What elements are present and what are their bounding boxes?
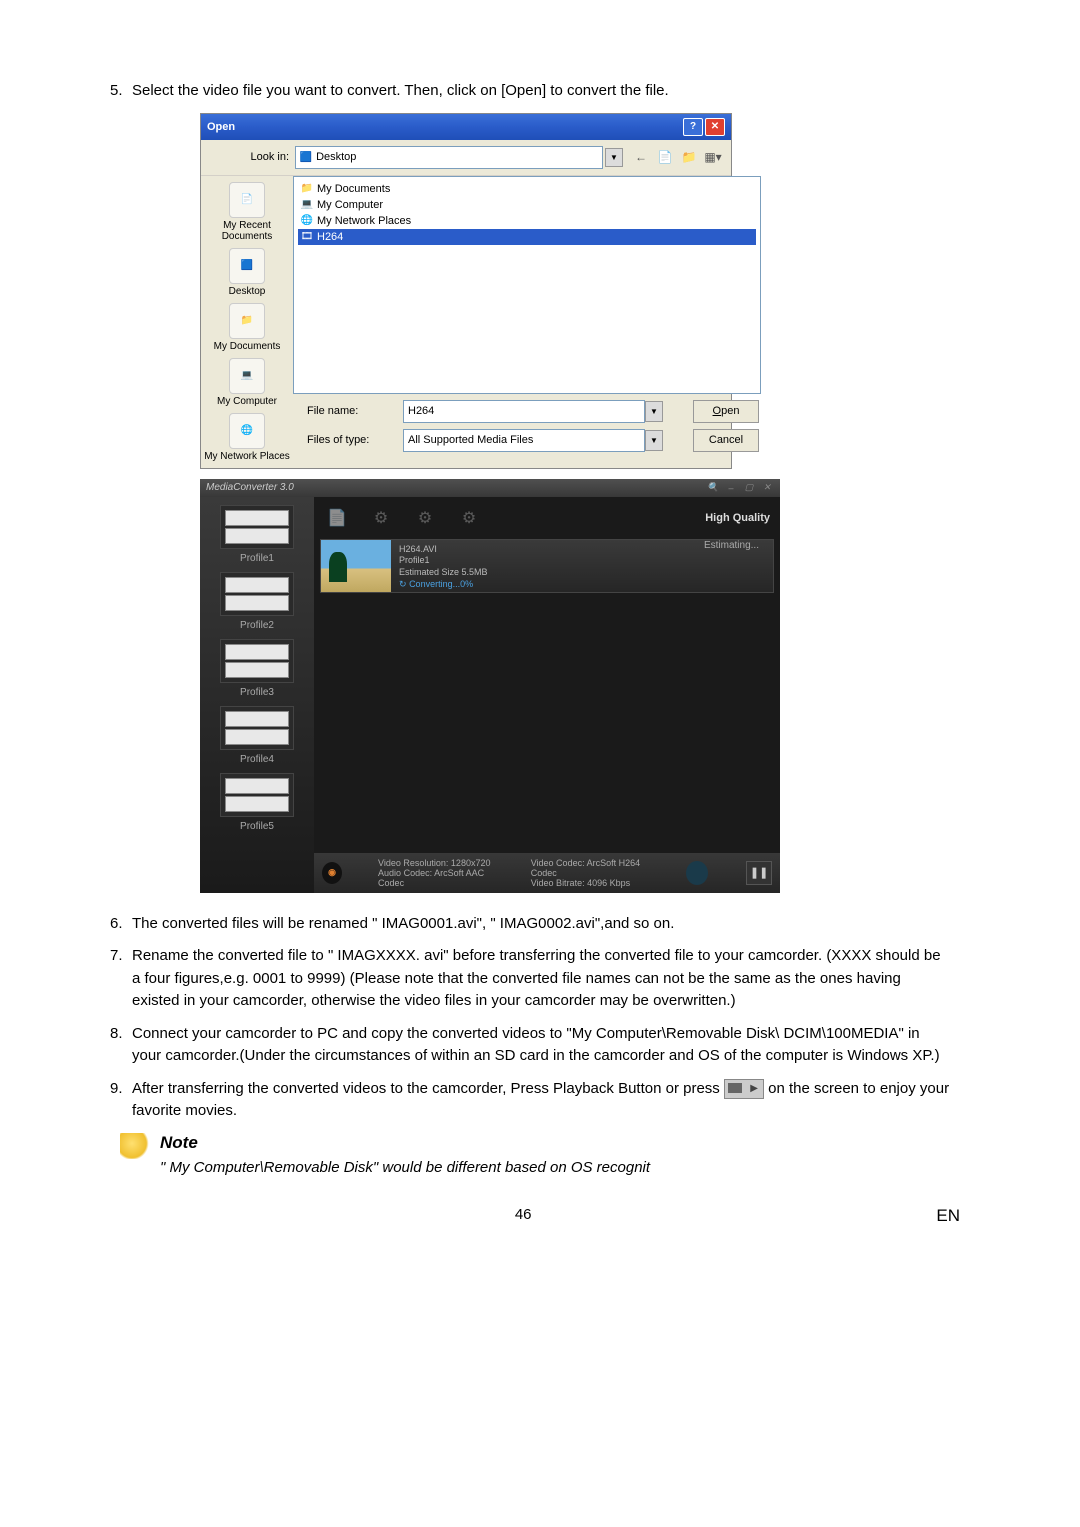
lookin-combo[interactable]: 🟦 Desktop: [295, 146, 603, 169]
close-button[interactable]: ✕: [705, 118, 725, 136]
help-button[interactable]: ?: [683, 118, 703, 136]
profile-sidebar: Profile1 Profile2 Profile3 Profile4 Prof…: [200, 497, 314, 893]
item-eta: Estimating...: [704, 540, 759, 551]
file-list[interactable]: 📁My Documents 💻My Computer 🌐My Network P…: [293, 176, 761, 394]
filename-drop[interactable]: ▼: [645, 401, 663, 422]
tool-icon[interactable]: ⚙: [368, 505, 394, 531]
views-icon[interactable]: ▦▾: [703, 147, 723, 167]
video-codec: Video Codec: ArcSoft H264 Codec: [531, 858, 657, 878]
refresh-icon: ↻: [399, 579, 407, 589]
quality-label: High Quality: [705, 512, 770, 524]
filetype-combo[interactable]: All Supported Media Files: [403, 429, 645, 452]
lookin-drop[interactable]: ▼: [605, 148, 623, 167]
audio-codec: Audio Codec: ArcSoft AAC Codec: [378, 868, 501, 888]
item-filename: H264.AVI: [399, 544, 488, 556]
sidebar-recent[interactable]: 📄My Recent Documents: [203, 182, 291, 242]
newfolder-icon[interactable]: 📁: [679, 147, 699, 167]
item-size: Estimated Size 5.5MB: [399, 567, 488, 579]
profile-3[interactable]: Profile3: [220, 639, 294, 698]
step-num: 8.: [110, 1023, 132, 1046]
step-num: 7.: [110, 945, 132, 968]
step-8: Connect your camcorder to PC and copy th…: [132, 1023, 952, 1068]
filetype-drop[interactable]: ▼: [645, 430, 663, 451]
profile-5[interactable]: Profile5: [220, 773, 294, 832]
network-icon: 🌐: [300, 214, 314, 228]
item-progress: Converting...0%: [409, 579, 473, 589]
step-num: 5.: [110, 80, 132, 103]
note-heading: Note: [160, 1133, 198, 1153]
globe-icon[interactable]: [686, 861, 708, 885]
filetype-label: Files of type:: [301, 434, 403, 446]
lightbulb-icon: [120, 1133, 150, 1159]
mycomp-icon: 💻: [229, 358, 265, 394]
step-num: 9.: [110, 1078, 132, 1101]
profile-4[interactable]: Profile4: [220, 706, 294, 765]
mydocs-icon: 📁: [229, 303, 265, 339]
video-resolution: Video Resolution: 1280x720: [378, 858, 501, 868]
profile-1[interactable]: Profile1: [220, 505, 294, 564]
step-6: The converted files will be renamed " IM…: [132, 913, 952, 936]
recent-icon: 📄: [229, 182, 265, 218]
pause-button[interactable]: ❚❚: [746, 861, 772, 885]
list-item-selected[interactable]: 🎞H264: [298, 229, 756, 245]
video-thumbnail: [321, 540, 391, 592]
close-button[interactable]: ✕: [760, 482, 774, 494]
step-5: Select the video file you want to conver…: [132, 80, 952, 103]
back-icon[interactable]: ←: [631, 147, 651, 167]
mynet-icon: 🌐: [229, 413, 265, 449]
play-button-icon: [724, 1079, 764, 1099]
video-icon: 🎞: [300, 230, 314, 244]
add-file-icon[interactable]: 📄: [324, 505, 350, 531]
language-label: EN: [936, 1206, 970, 1226]
mediaconverter-window: MediaConverter 3.0 🔍–▢ ✕ Profile1 Profile2…: [200, 479, 780, 893]
step-7: Rename the converted file to " IMAGXXXX.…: [132, 945, 952, 1013]
video-bitrate: Video Bitrate: 4096 Kbps: [531, 878, 657, 888]
step-num: 6.: [110, 913, 132, 936]
note-text: " My Computer\Removable Disk" would be d…: [160, 1159, 970, 1176]
sidebar-mycomp[interactable]: 💻My Computer: [203, 358, 291, 407]
open-dialog: Open?✕ Look in: 🟦 Desktop ▼ ← 📄 📁 ▦▾ 📄My…: [200, 113, 732, 469]
mc-title: MediaConverter 3.0: [206, 482, 294, 493]
open-button[interactable]: Open: [693, 400, 759, 423]
conversion-item[interactable]: H264.AVI Profile1 Estimated Size 5.5MB ↻…: [320, 539, 774, 593]
sidebar-mydocs[interactable]: 📁My Documents: [203, 303, 291, 352]
dialog-title: Open: [207, 121, 235, 133]
stop-icon[interactable]: ◉: [322, 862, 342, 884]
filename-label: File name:: [301, 405, 403, 417]
folder-icon: 📁: [300, 182, 314, 196]
up-icon[interactable]: 📄: [655, 147, 675, 167]
tool-icon[interactable]: ⚙: [412, 505, 438, 531]
settings-icon[interactable]: ⚙: [456, 505, 482, 531]
sidebar-mynet[interactable]: 🌐My Network Places: [203, 413, 291, 462]
maximize-button[interactable]: ▢: [742, 482, 756, 494]
page-number: 46: [110, 1206, 936, 1226]
filename-input[interactable]: H264: [403, 400, 645, 423]
desktop-icon: 🟦: [229, 248, 265, 284]
profile-2[interactable]: Profile2: [220, 572, 294, 631]
list-item[interactable]: 💻My Computer: [298, 197, 756, 213]
list-item[interactable]: 📁My Documents: [298, 181, 756, 197]
minimize-button[interactable]: –: [724, 482, 738, 494]
search-icon[interactable]: 🔍: [706, 482, 720, 494]
list-item[interactable]: 🌐My Network Places: [298, 213, 756, 229]
computer-icon: 💻: [300, 198, 314, 212]
desktop-icon: 🟦: [299, 150, 313, 164]
lookin-label: Look in:: [209, 151, 295, 163]
step-9: After transferring the converted videos …: [132, 1078, 952, 1123]
cancel-button[interactable]: Cancel: [693, 429, 759, 452]
item-profile: Profile1: [399, 555, 488, 567]
sidebar-desktop[interactable]: 🟦Desktop: [203, 248, 291, 297]
